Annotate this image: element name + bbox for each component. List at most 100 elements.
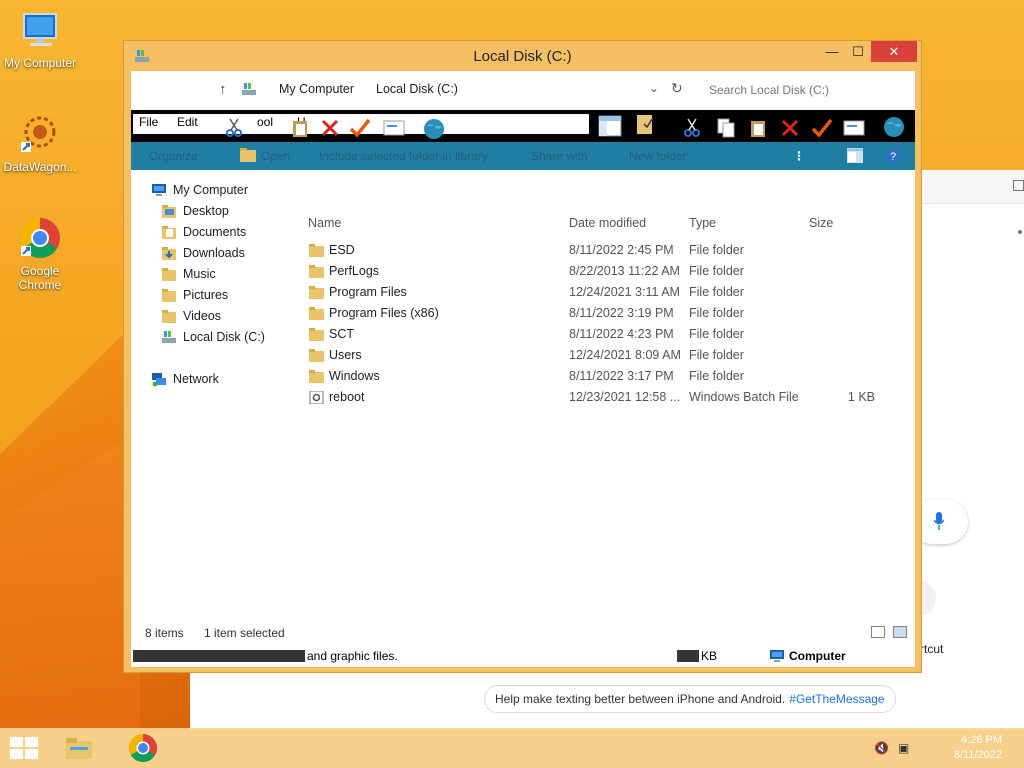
microphone-icon [934,512,944,530]
paste-icon[interactable] [287,115,313,141]
chevron-down-icon[interactable]: ⌄ [649,81,659,95]
file-name: Program Files [329,285,407,299]
column-header-name[interactable]: Name [308,216,341,230]
nav-network[interactable]: Network [151,371,219,387]
explorer-window[interactable]: Local Disk (C:) — ☐ ✕ ↑ My Computer Loca… [123,40,922,673]
file-date: 12/24/2021 3:11 AM [569,285,680,299]
nav-my-computer[interactable]: My Computer [151,182,248,198]
menu-file[interactable]: File [139,115,158,129]
preview-pane-icon[interactable] [597,113,623,139]
nav-desktop[interactable]: Desktop [161,203,229,219]
folder-icon [161,308,177,324]
check-icon[interactable] [809,115,835,141]
folder-icon [309,328,324,341]
taskbar: 🔇 ▣ 4:26 PM 8/11/2022 [0,728,1024,768]
properties-icon[interactable] [381,115,407,141]
windows-start-icon[interactable] [10,737,38,759]
clock[interactable]: 4:26 PM 8/11/2022 [954,733,1002,763]
file-row[interactable]: Users 12/24/2021 8:09 AM File folder [301,346,901,366]
include-in-library-button[interactable]: Include selected folder in library [319,149,488,163]
menu-tools[interactable]: ool [257,115,273,129]
up-arrow-icon[interactable]: ↑ [219,81,227,98]
layout-pane-icon[interactable] [847,148,863,163]
nav-pictures[interactable]: Pictures [161,287,228,303]
address-bar[interactable]: ↑ My Computer Local Disk (C:) ⌄ ↻ [131,71,915,109]
close-button[interactable]: ✕ [871,41,917,62]
file-date: 8/11/2022 4:23 PM [569,327,674,341]
nav-label: Music [183,267,216,281]
copy-icon[interactable] [713,115,739,141]
open-button[interactable]: Open [261,149,290,163]
file-row[interactable]: SCT 8/11/2022 4:23 PM File folder [301,325,901,345]
folder-check-icon[interactable] [633,111,659,137]
file-explorer-icon[interactable] [64,733,94,763]
cut-icon[interactable] [679,115,705,141]
folder-icon [309,349,324,362]
column-header-date[interactable]: Date modified [569,216,646,230]
file-name: PerfLogs [329,264,380,278]
command-bar: Organize Open Include selected folder in… [131,142,915,170]
folder-icon [161,245,177,261]
nav-downloads[interactable]: Downloads [161,245,245,261]
navigation-pane: My Computer Desktop Documents Downloads … [131,171,296,611]
breadcrumb-local-disk[interactable]: Local Disk (C:) [376,82,458,96]
globe-icon[interactable] [881,113,907,139]
computer-icon [770,650,784,662]
desktop-icon-google-chrome[interactable]: Google Chrome [0,216,80,292]
nav-documents[interactable]: Documents [161,224,246,240]
desktop-icon-label: My Computer [3,56,77,70]
new-folder-button[interactable]: New folder [629,149,686,163]
check-icon[interactable] [347,115,373,141]
file-row[interactable]: PerfLogs 8/22/2013 11:22 AM File folder [301,262,901,282]
file-row[interactable]: Windows 8/11/2022 3:17 PM File folder [301,367,901,387]
file-row[interactable]: Program Files (x86) 8/11/2022 3:19 PM Fi… [301,304,901,324]
globe-icon[interactable] [421,115,447,141]
properties-icon[interactable] [841,115,867,141]
search-input[interactable] [697,77,911,103]
menu-edit[interactable]: Edit [177,115,198,129]
folder-icon [309,370,324,383]
nav-label: My Computer [173,183,249,197]
details-view-icon[interactable] [871,626,885,638]
browser-edit-icon[interactable] [1013,180,1024,191]
nav-music[interactable]: Music [161,266,216,282]
minimize-button[interactable]: — [818,41,846,62]
maximize-button[interactable]: ☐ [844,41,872,62]
paste-icon[interactable] [745,115,771,141]
folder-icon [161,287,177,303]
datawagon-icon [18,112,62,156]
delete-icon[interactable] [777,115,803,141]
cut-icon[interactable] [221,115,247,141]
promo-link[interactable]: #GetTheMessage [789,692,884,706]
file-date: 12/23/2021 12:58 ... [569,390,681,404]
promo-banner[interactable]: Help make texting better between iPhone … [484,685,896,713]
computer-icon [151,182,167,198]
large-icons-view-icon[interactable] [893,626,907,638]
nav-local-disk[interactable]: Local Disk (C:) [161,329,265,345]
desktop-icon-datawagon[interactable]: DataWagon... [0,112,80,174]
more-options-icon[interactable]: ⋮ [793,149,805,163]
file-row[interactable]: reboot 12/23/2021 12:58 ... Windows Batc… [301,388,901,408]
refresh-icon[interactable]: ↻ [671,80,683,97]
nav-label: Desktop [183,204,229,218]
breadcrumb-my-computer[interactable]: My Computer [279,82,354,96]
delete-icon[interactable] [317,115,343,141]
selection-count: 1 item selected [204,626,285,640]
network-tray-icon[interactable]: ▣ [898,741,909,755]
help-icon[interactable]: ? [885,148,901,164]
file-name: Users [329,348,362,362]
file-name: SCT [329,327,354,341]
title-bar[interactable]: Local Disk (C:) — ☐ ✕ [124,41,921,71]
file-row[interactable]: ESD 8/11/2022 2:45 PM File folder [301,241,901,261]
desktop-icon-my-computer[interactable]: My Computer [0,8,80,70]
column-header-size[interactable]: Size [809,216,833,230]
nav-label: Pictures [183,288,229,302]
share-with-button[interactable]: Share with [531,149,588,163]
column-header-type[interactable]: Type [689,216,716,230]
svg-text:?: ? [890,151,896,163]
file-row[interactable]: Program Files 12/24/2021 3:11 AM File fo… [301,283,901,303]
volume-muted-icon[interactable]: 🔇 [874,741,889,755]
organize-button[interactable]: Organize [149,149,198,163]
chrome-icon[interactable] [128,733,158,763]
nav-videos[interactable]: Videos [161,308,221,324]
